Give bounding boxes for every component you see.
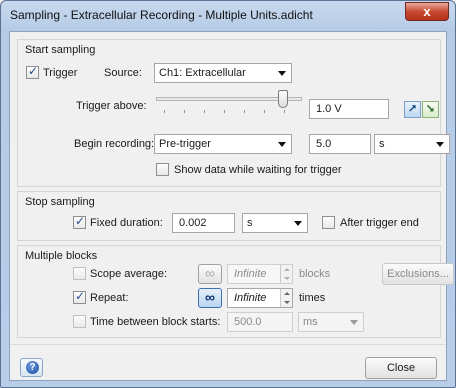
source-label: Source: <box>104 67 142 79</box>
window-title: Sampling - Extracellular Recording - Mul… <box>10 8 313 22</box>
slider-tick <box>204 110 205 113</box>
trigger-checkbox[interactable] <box>26 64 39 79</box>
begin-recording-value: Pre-trigger <box>159 138 211 150</box>
start-sampling-title: Start sampling <box>25 44 96 56</box>
after-trigger-end-label: After trigger end <box>340 217 419 229</box>
repeat-value: Infinite <box>234 292 267 304</box>
fixed-duration-unit-select[interactable]: s <box>242 213 308 233</box>
show-data-checkbox[interactable] <box>156 163 169 176</box>
repeat-spinbox[interactable]: Infinite <box>227 288 293 308</box>
stop-sampling-group: Stop sampling Fixed duration: 0.002 s Af… <box>17 191 441 241</box>
chevron-down-icon <box>436 142 444 147</box>
time-between-label: Time between block starts: <box>90 316 221 328</box>
slider-thumb[interactable] <box>278 90 288 108</box>
multiple-blocks-title: Multiple blocks <box>25 250 98 262</box>
chevron-down-icon <box>278 71 286 76</box>
exclusions-button[interactable]: Exclusions... <box>382 263 454 285</box>
begin-recording-select[interactable]: Pre-trigger <box>154 134 292 154</box>
repeat-infinite-loop-icon[interactable]: ∞ <box>198 288 222 308</box>
trigger-above-label: Trigger above: <box>76 100 147 112</box>
trigger-falling-edge-icon[interactable]: ⭨ <box>422 101 439 118</box>
title-bar[interactable]: Sampling - Extracellular Recording - Mul… <box>1 1 455 29</box>
repeat-suffix: times <box>299 292 326 304</box>
chevron-down-icon <box>350 320 358 325</box>
after-trigger-end-checkbox[interactable] <box>322 216 335 229</box>
scope-average-label: Scope average: <box>90 268 168 280</box>
begin-recording-unit-value: s <box>379 138 385 150</box>
window-close-button[interactable]: x <box>405 2 449 21</box>
source-select[interactable]: Ch1: Extracellular <box>154 63 292 83</box>
chevron-down-icon <box>278 142 286 147</box>
fixed-duration-unit-value: s <box>247 217 253 229</box>
scope-average-suffix: blocks <box>299 268 331 280</box>
begin-recording-label: Begin recording: <box>74 138 155 150</box>
time-between-field[interactable]: 500.0 <box>227 312 293 332</box>
slider-tick <box>184 110 185 113</box>
fixed-duration-field[interactable]: 0.002 <box>172 213 235 233</box>
trigger-label: Trigger <box>43 67 78 79</box>
trigger-level-slider[interactable] <box>156 90 302 118</box>
scope-average-infinite-loop-icon[interactable]: ∞ <box>198 264 222 284</box>
start-sampling-group: Start sampling Trigger Source: Ch1: Extr… <box>17 39 450 187</box>
sampling-dialog-window: Sampling - Extracellular Recording - Mul… <box>0 0 456 388</box>
help-button[interactable]: ? <box>20 358 43 377</box>
time-between-checkbox[interactable] <box>73 315 86 328</box>
begin-recording-amount-field[interactable]: 5.0 <box>309 134 371 154</box>
slider-tick <box>264 110 265 113</box>
repeat-label: Repeat: <box>90 292 129 304</box>
spin-arrows-icon[interactable] <box>280 289 292 307</box>
slider-tick <box>284 110 285 113</box>
slider-tick <box>164 110 165 113</box>
show-data-label: Show data while waiting for trigger <box>174 164 342 176</box>
stop-sampling-title: Stop sampling <box>25 196 95 208</box>
close-button[interactable]: Close <box>365 357 437 379</box>
fixed-duration-label: Fixed duration: <box>90 217 163 229</box>
multiple-blocks-group: Multiple blocks Scope average: ∞ Infinit… <box>17 245 454 338</box>
fixed-duration-checkbox[interactable] <box>73 214 86 229</box>
scope-average-spinbox[interactable]: Infinite <box>227 264 293 284</box>
trigger-rising-edge-icon[interactable]: ⭧ <box>404 101 421 118</box>
footer-divider <box>10 344 446 345</box>
scope-average-checkbox[interactable] <box>73 267 86 280</box>
dialog-client-area: Start sampling Trigger Source: Ch1: Extr… <box>9 31 454 381</box>
slider-tick <box>244 110 245 113</box>
time-between-unit-select[interactable]: ms <box>298 312 364 332</box>
repeat-checkbox[interactable] <box>73 289 86 304</box>
scope-average-value: Infinite <box>234 268 267 280</box>
begin-recording-unit-select[interactable]: s <box>374 134 450 154</box>
source-select-value: Ch1: Extracellular <box>159 67 246 79</box>
help-icon: ? <box>26 361 39 374</box>
spin-arrows-icon[interactable] <box>280 265 292 283</box>
slider-tick <box>224 110 225 113</box>
chevron-down-icon <box>294 221 302 226</box>
trigger-above-field[interactable]: 1.0 V <box>309 99 389 119</box>
time-between-unit-value: ms <box>303 316 318 328</box>
